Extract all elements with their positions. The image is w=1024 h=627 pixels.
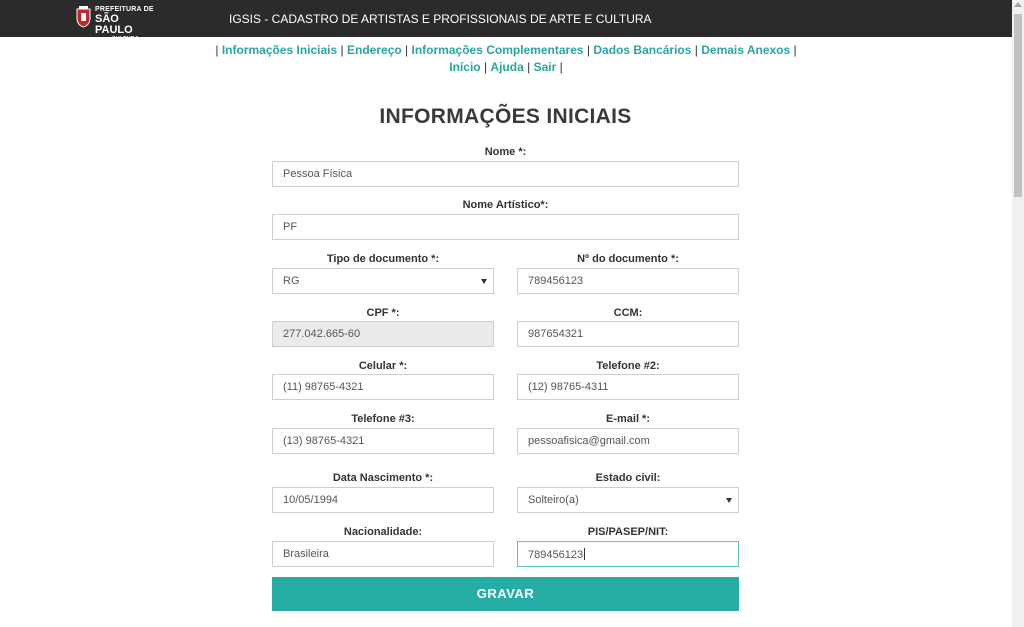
nav-separator: | — [215, 43, 219, 57]
ccm-input[interactable]: 987654321 — [517, 321, 739, 347]
celular-input[interactable]: (11) 98765-4321 — [272, 374, 494, 400]
text-cursor — [584, 548, 586, 560]
data-nascimento-label: Data Nascimento *: — [332, 472, 434, 484]
main-nav: | Informações Iniciais | Endereço | Info… — [200, 42, 812, 76]
nav-separator: | — [694, 43, 698, 57]
estado-civil-select[interactable]: Solteiro(a) — [517, 487, 739, 513]
nav-separator: | — [586, 43, 591, 57]
gravar-button[interactable]: GRAVAR — [272, 577, 739, 611]
nav-separator: | — [793, 43, 797, 57]
prefeitura-logo[interactable]: PREFEITURA DE SÃO PAULO CULTURA — [76, 6, 156, 42]
pis-label: PIS/PASEP/NIT: — [587, 526, 669, 538]
pis-value: 789456123 — [528, 549, 584, 561]
nav-link-dados-bancarios[interactable]: Dados Bancários — [593, 43, 691, 57]
tipo-documento-value: RG — [283, 275, 300, 287]
nav-link-demais-anexos[interactable]: Demais Anexos — [701, 43, 790, 57]
cpf-label: CPF *: — [366, 307, 400, 319]
telefone2-input[interactable]: (12) 98765-4311 — [517, 374, 739, 400]
nav-link-ajuda[interactable]: Ajuda — [490, 60, 523, 74]
nav-separator: | — [340, 43, 344, 57]
nav-link-informacoes-complementares[interactable]: Informações Complementares — [412, 43, 584, 57]
nav-separator: | — [527, 60, 531, 74]
nav-separator: | — [483, 60, 488, 74]
dropdown-arrow-icon — [481, 279, 487, 284]
estado-civil-label: Estado civil: — [595, 472, 661, 484]
logo-line2: SÃO PAULO — [95, 13, 133, 36]
telefone3-input[interactable]: (13) 98765-4321 — [272, 428, 494, 454]
num-documento-label: Nº do documento *: — [577, 253, 679, 265]
num-documento-input[interactable]: 789456123 — [517, 268, 739, 294]
nome-artistico-input[interactable]: PF — [272, 214, 739, 240]
tipo-documento-label: Tipo de documento *: — [326, 253, 440, 265]
logo-line1: PREFEITURA DE — [95, 6, 154, 13]
email-input[interactable]: pessoafisica@gmail.com — [517, 428, 739, 454]
scroll-up-arrow-icon[interactable] — [1014, 2, 1022, 7]
top-bar: PREFEITURA DE SÃO PAULO CULTURA IGSIS - … — [0, 0, 1012, 42]
estado-civil-value: Solteiro(a) — [528, 494, 579, 506]
pis-input[interactable]: 789456123 — [517, 541, 739, 567]
celular-label: Celular *: — [358, 360, 408, 372]
tipo-documento-select[interactable]: RG — [272, 268, 494, 294]
nacionalidade-input[interactable]: Brasileira — [272, 541, 494, 567]
telefone3-label: Telefone #3: — [351, 413, 415, 425]
page-title: INFORMAÇÕES INICIAIS — [379, 105, 632, 128]
nacionalidade-label: Nacionalidade: — [343, 526, 423, 538]
page-scrollbar[interactable] — [1012, 0, 1024, 627]
nav-link-informacoes-iniciais[interactable]: Informações Iniciais — [222, 43, 337, 57]
telefone2-label: Telefone #2: — [596, 360, 660, 372]
ccm-label: CCM: — [613, 307, 643, 319]
cpf-input: 277.042.665-60 — [272, 321, 494, 347]
nome-input[interactable]: Pessoa Física — [272, 161, 739, 187]
nav-link-endereco[interactable]: Endereço — [347, 43, 402, 57]
app-title: IGSIS - CADASTRO DE ARTISTAS E PROFISSIO… — [229, 12, 652, 26]
nome-artistico-label: Nome Artístico*: — [462, 199, 549, 211]
nome-label: Nome *: — [484, 146, 527, 158]
logo-line3: CULTURA — [111, 36, 140, 42]
scroll-thumb[interactable] — [1014, 14, 1022, 197]
nav-link-sair[interactable]: Sair — [534, 60, 557, 74]
email-label: E-mail *: — [605, 413, 650, 425]
nav-link-inicio[interactable]: Início — [449, 60, 480, 74]
dropdown-arrow-icon — [726, 498, 732, 503]
data-nascimento-input[interactable]: 10/05/1994 — [272, 487, 494, 513]
nav-separator: | — [559, 60, 563, 74]
nav-separator: | — [405, 43, 409, 57]
logo-text: PREFEITURA DE SÃO PAULO CULTURA — [95, 6, 156, 42]
coat-of-arms-icon — [76, 6, 91, 28]
